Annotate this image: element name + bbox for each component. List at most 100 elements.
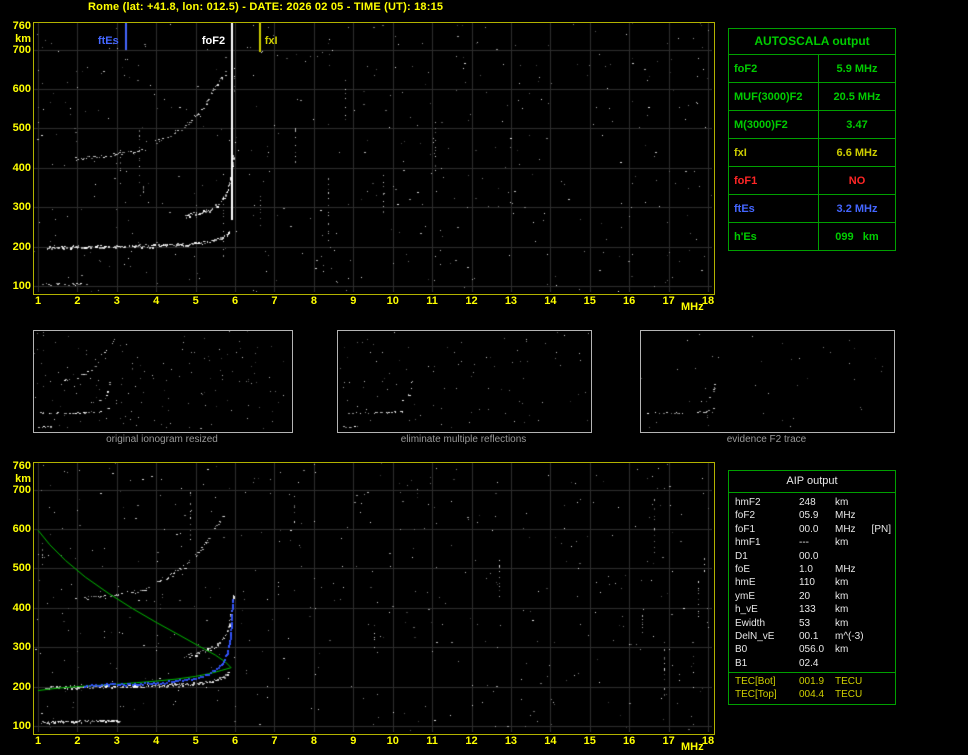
aip-row-tecbot: TEC[Bot] 001.9 TECU bbox=[729, 675, 895, 688]
aip-name: ymE bbox=[735, 590, 755, 602]
aip-unit: TECU bbox=[835, 689, 863, 701]
y-tick-label: 300 bbox=[12, 641, 31, 654]
autoscala-row-m3000f2: M(3000)F2 3.47 bbox=[729, 111, 895, 139]
aip-row-hme: hmE 110 km bbox=[729, 576, 895, 589]
x-tick-label: 1 bbox=[34, 295, 42, 307]
aip-unit: km bbox=[835, 644, 849, 656]
y-tick-label: 700 bbox=[12, 483, 31, 496]
aip-unit: TECU bbox=[835, 676, 863, 688]
x-tick-label: 9 bbox=[350, 735, 357, 747]
aip-unit: MHz bbox=[835, 563, 856, 575]
aip-value: 133 bbox=[799, 604, 816, 616]
aip-name: hmE bbox=[735, 577, 756, 589]
aip-note bbox=[871, 643, 895, 656]
aip-unit bbox=[835, 550, 871, 563]
aip-value: 00.1 bbox=[799, 630, 819, 642]
aip-row-hmf1: hmF1 --- km bbox=[729, 536, 895, 549]
aip-unit: m^(-3) bbox=[835, 630, 864, 642]
autoscala-value-muf3000f2: 20.5 MHz bbox=[833, 90, 881, 103]
aip-note bbox=[871, 563, 895, 576]
aip-name: foF2 bbox=[735, 510, 756, 522]
aip-value: 056.0 bbox=[799, 644, 825, 656]
aip-note bbox=[871, 630, 895, 643]
autoscala-label-muf3000f2: MUF(3000)F2 bbox=[729, 83, 819, 110]
aip-unit: MHz bbox=[835, 510, 856, 522]
x-tick-label: 10 bbox=[386, 735, 399, 747]
aip-unit: km bbox=[835, 617, 849, 629]
x-tick-label: 8 bbox=[310, 735, 317, 747]
aip-name: h_vE bbox=[735, 604, 758, 616]
aip-name: TEC[Top] bbox=[735, 689, 777, 701]
aip-row-delnve: DelN_vE 00.1 m^(-3) bbox=[729, 630, 895, 643]
y-tick-label: 600 bbox=[12, 523, 31, 536]
aip-unit: km bbox=[835, 497, 849, 508]
y-axis-unit-main: km bbox=[15, 33, 31, 45]
autoscala-label-m3000f2: M(3000)F2 bbox=[729, 111, 819, 138]
x-tick-label: 9 bbox=[350, 295, 357, 307]
aip-name: foE bbox=[735, 563, 751, 575]
autoscala-row-ftes: ftEs 3.2 MHz bbox=[729, 195, 895, 223]
aip-note bbox=[871, 550, 895, 563]
aip-note bbox=[871, 590, 895, 603]
aip-value: 20 bbox=[799, 590, 811, 602]
restored-ionogram-canvas bbox=[34, 463, 712, 732]
thumbnail-eliminate-reflections bbox=[337, 330, 592, 433]
aip-value: 02.4 bbox=[799, 657, 819, 669]
thumbnail-caption-evidence: evidence F2 trace bbox=[726, 434, 807, 445]
x-tick-label: 2 bbox=[74, 295, 81, 307]
aip-note bbox=[871, 603, 895, 616]
x-tick-label: 7 bbox=[271, 735, 278, 747]
x-tick-label: 1 bbox=[34, 735, 42, 747]
aip-name: TEC[Bot] bbox=[735, 676, 776, 688]
x-tick-label: 17 bbox=[662, 735, 675, 747]
autoscala-label-fof1: foF1 bbox=[729, 167, 819, 194]
x-axis-unit-restored: MHz bbox=[681, 741, 704, 753]
x-tick-label: 3 bbox=[113, 735, 120, 747]
aip-row-b1: B1 02.4 bbox=[729, 657, 895, 670]
main-ionogram-canvas bbox=[34, 23, 712, 292]
autoscala-row-muf3000f2: MUF(3000)F2 20.5 MHz bbox=[729, 83, 895, 111]
y-tick-label: 500 bbox=[12, 122, 31, 135]
aip-note bbox=[871, 657, 895, 670]
y-tick-label: 100 bbox=[12, 280, 31, 292]
autoscala-table-title: AUTOSCALA output bbox=[729, 29, 895, 55]
thumbnail-evidence-canvas bbox=[641, 331, 892, 430]
autoscala-row-fxi: fxI 6.6 MHz bbox=[729, 139, 895, 167]
x-tick-label: 15 bbox=[583, 295, 596, 307]
y-tick-label: 400 bbox=[12, 601, 31, 614]
aip-table-title: AIP output bbox=[729, 471, 895, 493]
aip-note bbox=[871, 617, 895, 630]
aip-value: 00.0 bbox=[799, 523, 819, 535]
thumbnail-caption-eliminate: eliminate multiple reflections bbox=[400, 434, 527, 445]
thumbnail-original-canvas bbox=[34, 331, 290, 430]
main-ionogram-plot bbox=[33, 22, 715, 295]
aip-note bbox=[871, 536, 895, 549]
x-tick-label: 15 bbox=[583, 735, 596, 747]
x-tick-label: 13 bbox=[504, 735, 518, 747]
aip-value: 00.0 bbox=[799, 550, 819, 562]
y-tick-label: 200 bbox=[12, 240, 31, 253]
x-tick-label: 5 bbox=[192, 735, 199, 747]
aip-value: --- bbox=[799, 537, 809, 549]
aip-row-fof2: foF2 05.9 MHz bbox=[729, 509, 895, 522]
x-tick-label: 3 bbox=[113, 295, 120, 307]
aip-row-ewidth: Ewidth 53 km bbox=[729, 617, 895, 630]
y-tick-label: 300 bbox=[12, 201, 31, 214]
aip-value: 05.9 bbox=[799, 510, 819, 522]
aip-note: [PN] bbox=[871, 523, 891, 535]
y-axis-unit-restored: km bbox=[15, 473, 31, 485]
aip-row-b0: B0 056.0 km bbox=[729, 643, 895, 656]
aip-value: 001.9 bbox=[799, 676, 825, 688]
aip-name: foF1 bbox=[735, 523, 756, 535]
aip-row-hve: h_vE 133 km bbox=[729, 603, 895, 616]
aip-tec-section: TEC[Bot] 001.9 TECU TEC[Top] 004.4 TECU bbox=[729, 672, 895, 704]
y-tick-label: 600 bbox=[12, 83, 31, 96]
aip-value: 248 bbox=[799, 497, 816, 508]
aip-value: 110 bbox=[799, 577, 815, 589]
autoscala-row-fof2: foF2 5.9 MHz bbox=[729, 55, 895, 83]
aip-unit: km bbox=[835, 537, 849, 549]
x-tick-label: 12 bbox=[465, 295, 478, 307]
thumbnail-evidence-f2 bbox=[640, 330, 895, 433]
aip-row-tectop: TEC[Top] 004.4 TECU bbox=[729, 688, 895, 701]
x-tick-label: 8 bbox=[310, 295, 317, 307]
